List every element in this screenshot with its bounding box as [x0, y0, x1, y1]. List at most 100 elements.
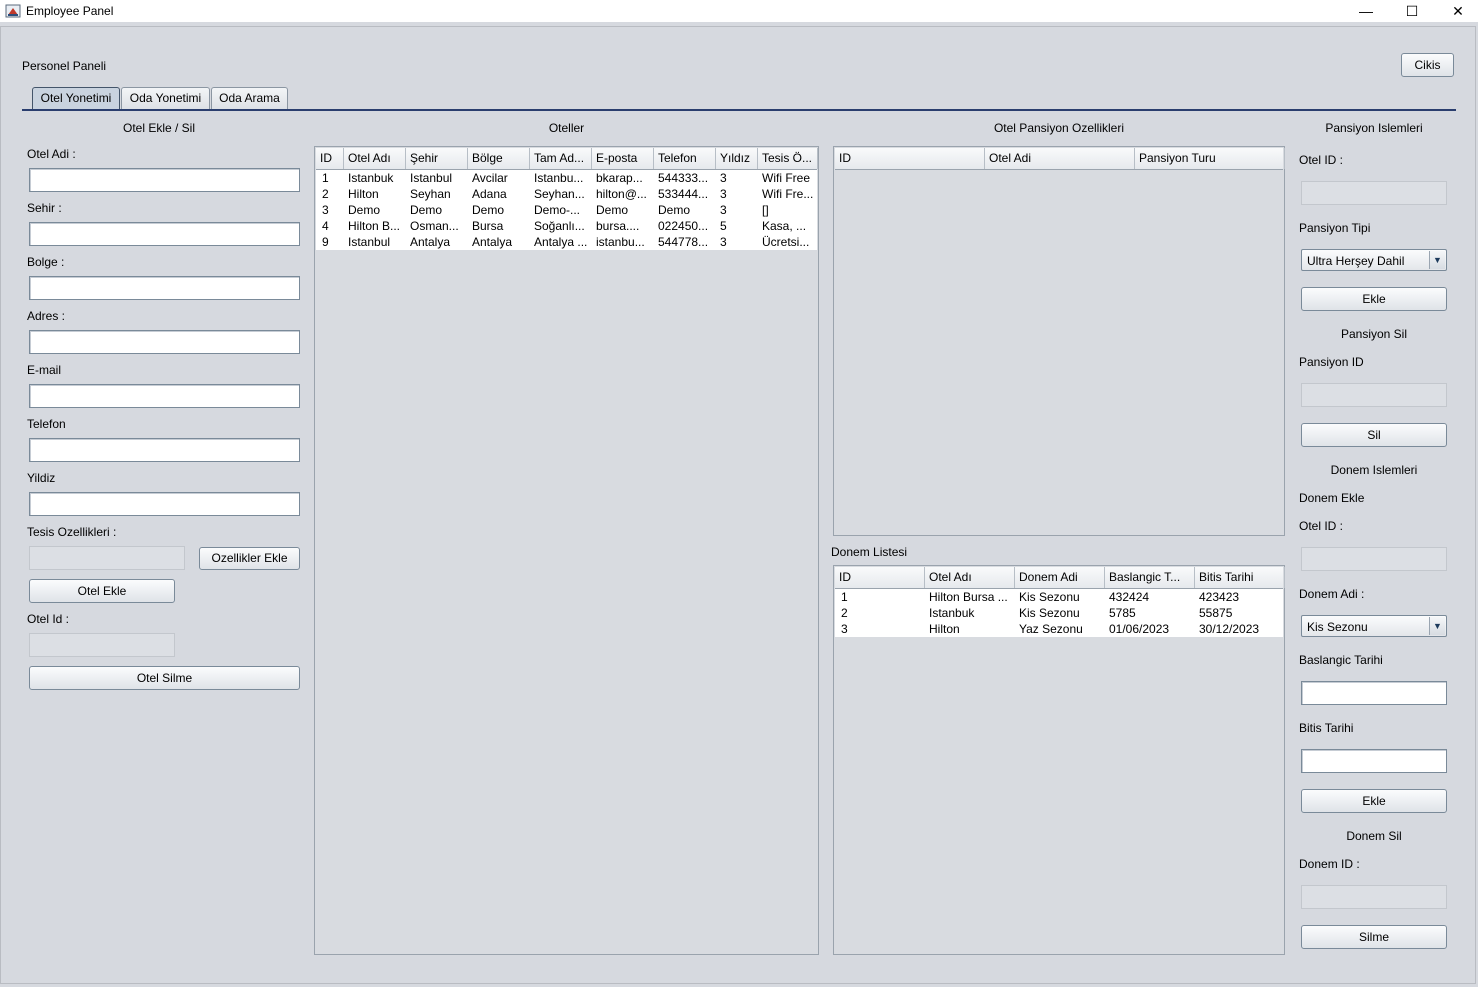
season-name-select[interactable]: Kis Sezonu ▼: [1301, 615, 1447, 637]
delete-hotel-button[interactable]: Otel Silme: [29, 666, 300, 690]
start-date-label: Baslangic Tarihi: [1299, 653, 1383, 667]
tab-oda-yonetimi[interactable]: Oda Yonetimi: [121, 87, 210, 109]
hotels-table-body: 1 Istanbuk Istanbul Avcilar Istanbu... b…: [316, 170, 817, 250]
table-cell: Antalya: [410, 235, 451, 249]
phone-input[interactable]: [29, 438, 300, 462]
table-cell: 4: [322, 219, 329, 233]
table-cell: 3: [720, 171, 727, 185]
table-cell: Antalya: [472, 235, 513, 249]
email-input[interactable]: [29, 384, 300, 408]
column-header[interactable]: Bölge: [468, 148, 530, 169]
table-row[interactable]: 4 Hilton B... Osman... Bursa Soğanlı... …: [316, 218, 817, 234]
add-features-button[interactable]: Ozellikler Ekle: [199, 547, 300, 570]
column-header[interactable]: Donem Adi: [1015, 567, 1105, 588]
pension-hotel-id-field: [1301, 181, 1447, 205]
table-row[interactable]: 1 Istanbuk Istanbul Avcilar Istanbu... b…: [316, 170, 817, 186]
column-header[interactable]: Otel Adı: [925, 567, 1015, 588]
table-cell: 1: [841, 590, 848, 604]
city-input[interactable]: [29, 222, 300, 246]
table-row[interactable]: 3 Hilton Yaz Sezonu 01/06/2023 30/12/202…: [835, 621, 1283, 637]
table-cell: Demo: [596, 203, 629, 217]
java-app-icon: [5, 4, 21, 18]
close-icon[interactable]: ✕: [1435, 0, 1478, 22]
table-row[interactable]: 2 Hilton Seyhan Adana Seyhan... hilton@.…: [316, 186, 817, 202]
column-header[interactable]: Otel Adi: [985, 148, 1135, 169]
table-cell: istanbu...: [596, 235, 645, 249]
table-cell: Istanbul: [348, 235, 391, 249]
end-date-input[interactable]: [1301, 749, 1447, 773]
hotels-table: ID Otel Adı Şehir Bölge Tam Ad... E-post…: [314, 146, 819, 955]
tab-otel-yonetimi[interactable]: Otel Yonetimi: [32, 87, 120, 109]
table-cell: 01/06/2023: [1109, 622, 1170, 636]
season-table: ID Otel Adı Donem Adi Baslangic T... Bit…: [833, 565, 1285, 955]
email-label: E-mail: [27, 363, 62, 377]
table-cell: Demo: [410, 203, 443, 217]
table-cell: Kis Sezonu: [1019, 590, 1080, 604]
region-input[interactable]: [29, 276, 300, 300]
table-row[interactable]: 1 Hilton Bursa ... Kis Sezonu 432424 423…: [835, 589, 1283, 605]
season-add-title: Donem Ekle: [1299, 491, 1365, 505]
table-cell: Ücretsi...: [762, 235, 810, 249]
add-hotel-button[interactable]: Otel Ekle: [29, 579, 175, 603]
table-cell: Yaz Sezonu: [1019, 622, 1083, 636]
maximize-icon[interactable]: ☐: [1389, 0, 1435, 22]
table-cell: 2: [841, 606, 848, 620]
table-cell: bkarap...: [596, 171, 643, 185]
address-input[interactable]: [29, 330, 300, 354]
hotel-name-input[interactable]: [29, 168, 300, 192]
column-header[interactable]: Yıldız: [716, 148, 758, 169]
table-cell: bursa....: [596, 219, 640, 233]
pension-hotel-id-label: Otel ID :: [1299, 153, 1344, 167]
column-header[interactable]: ID: [835, 567, 925, 588]
minimize-icon[interactable]: —: [1343, 0, 1389, 22]
delete-pension-button[interactable]: Sil: [1301, 423, 1447, 447]
pension-type-select[interactable]: Ultra Herşey Dahil ▼: [1301, 249, 1447, 271]
table-cell: 2: [322, 187, 329, 201]
column-header[interactable]: Tam Ad...: [530, 148, 592, 169]
table-row[interactable]: 9 Istanbul Antalya Antalya Antalya ... i…: [316, 234, 817, 250]
table-cell: Bursa: [472, 219, 504, 233]
logout-button[interactable]: Cikis: [1401, 53, 1454, 77]
region-label: Bolge :: [27, 255, 65, 269]
table-cell: Wifi Fre...: [762, 187, 814, 201]
tab-oda-arama[interactable]: Oda Arama: [211, 87, 288, 109]
table-cell: Istanbuk: [348, 171, 394, 185]
panel-title: Personel Paneli: [22, 59, 107, 73]
hotel-id-field: [29, 633, 175, 657]
start-date-input[interactable]: [1301, 681, 1447, 705]
table-cell: Avcilar: [472, 171, 508, 185]
table-row[interactable]: 2 Istanbuk Kis Sezonu 5785 55875: [835, 605, 1283, 621]
table-cell: 544333...: [658, 171, 709, 185]
table-cell: Hilton: [929, 622, 960, 636]
stars-input[interactable]: [29, 492, 300, 516]
column-header[interactable]: ID: [835, 148, 985, 169]
column-header[interactable]: Otel Adı: [344, 148, 406, 169]
address-label: Adres :: [27, 309, 66, 323]
pension-table-header: ID Otel Adi Pansiyon Turu: [835, 148, 1285, 170]
chevron-down-icon[interactable]: ▼: [1429, 617, 1445, 635]
pension-table-title: Otel Pansiyon Ozellikleri: [993, 121, 1125, 135]
column-header[interactable]: E-posta: [592, 148, 654, 169]
pension-delete-title: Pansiyon Sil: [1340, 327, 1408, 341]
column-header[interactable]: Pansiyon Turu: [1135, 148, 1285, 169]
season-table-header: ID Otel Adı Donem Adi Baslangic T... Bit…: [835, 567, 1285, 589]
season-hotel-id-field: [1301, 547, 1447, 571]
table-cell: Seyhan...: [534, 187, 585, 201]
column-header[interactable]: ID: [316, 148, 344, 169]
column-header[interactable]: Şehir: [406, 148, 468, 169]
table-cell: 3: [841, 622, 848, 636]
city-label: Sehir :: [27, 201, 62, 215]
column-header[interactable]: Bitis Tarihi: [1195, 567, 1285, 588]
table-row[interactable]: 3 Demo Demo Demo Demo-... Demo Demo 3 []: [316, 202, 817, 218]
table-cell: hilton@...: [596, 187, 647, 201]
add-season-button[interactable]: Ekle: [1301, 789, 1447, 813]
delete-season-button[interactable]: Silme: [1301, 925, 1447, 949]
chevron-down-icon[interactable]: ▼: [1429, 251, 1445, 269]
column-header[interactable]: Baslangic T...: [1105, 567, 1195, 588]
add-pension-button[interactable]: Ekle: [1301, 287, 1447, 311]
table-cell: Kis Sezonu: [1019, 606, 1080, 620]
season-table-title: Donem Listesi: [831, 545, 908, 559]
column-header[interactable]: Telefon: [654, 148, 716, 169]
season-delete-title: Donem Sil: [1346, 829, 1402, 843]
column-header[interactable]: Tesis Ö...: [758, 148, 818, 169]
